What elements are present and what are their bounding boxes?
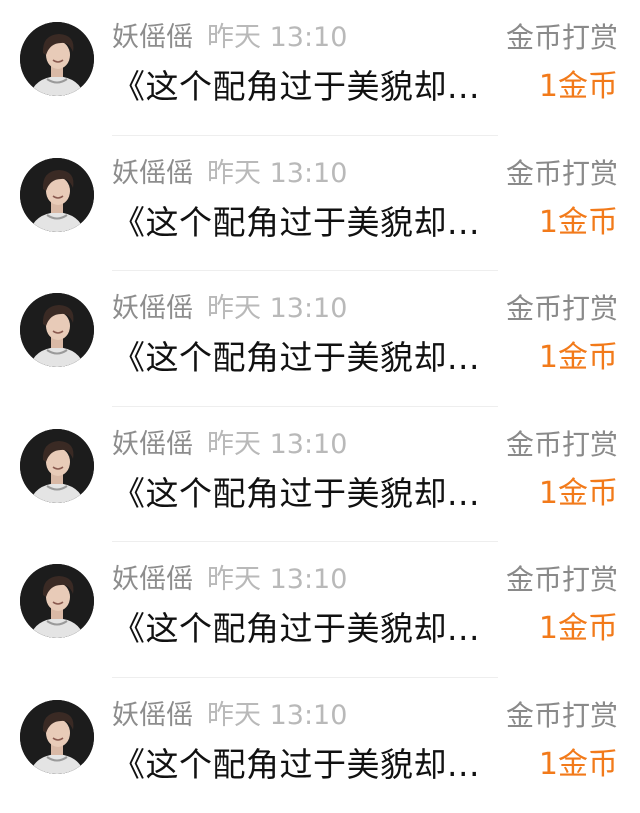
gift-type-label: 金币打赏 xyxy=(506,18,618,58)
coin-amount: 1金币 xyxy=(539,65,618,109)
timestamp: 昨天 13:10 xyxy=(207,564,347,595)
gift-type-label: 金币打赏 xyxy=(506,696,618,736)
coin-amount: 1金币 xyxy=(539,336,618,380)
coin-amount: 1金币 xyxy=(539,743,618,787)
gift-type-label: 金币打赏 xyxy=(506,425,618,465)
gift-type-label: 金币打赏 xyxy=(506,154,618,194)
timestamp: 昨天 13:10 xyxy=(207,158,347,189)
timestamp: 昨天 13:10 xyxy=(207,429,347,460)
book-title[interactable]: 《这个配角过于美貌却... xyxy=(112,336,480,380)
list-item[interactable]: 妖傜傜昨天 13:10 金币打赏 《这个配角过于美貌却... 1金币 xyxy=(0,542,640,678)
gift-type-label: 金币打赏 xyxy=(506,289,618,329)
avatar[interactable] xyxy=(20,22,94,96)
book-title[interactable]: 《这个配角过于美貌却... xyxy=(112,201,480,245)
avatar[interactable] xyxy=(20,564,94,638)
book-title[interactable]: 《这个配角过于美貌却... xyxy=(112,65,480,109)
user-name[interactable]: 妖傜傜 xyxy=(112,429,193,460)
record-meta: 妖傜傜昨天 13:10 xyxy=(112,289,347,329)
user-name[interactable]: 妖傜傜 xyxy=(112,293,193,324)
record-meta: 妖傜傜昨天 13:10 xyxy=(112,154,347,194)
book-title[interactable]: 《这个配角过于美貌却... xyxy=(112,607,480,651)
list-item[interactable]: 妖傜傜昨天 13:10 金币打赏 《这个配角过于美貌却... 1金币 xyxy=(0,678,640,813)
user-name[interactable]: 妖傜傜 xyxy=(112,22,193,53)
user-name[interactable]: 妖傜傜 xyxy=(112,700,193,731)
record-meta: 妖傜傜昨天 13:10 xyxy=(112,18,347,58)
gift-record-list: 妖傜傜昨天 13:10 金币打赏 《这个配角过于美貌却... 1金币 妖傜傜昨天… xyxy=(0,0,640,813)
book-title[interactable]: 《这个配角过于美貌却... xyxy=(112,743,480,787)
coin-amount: 1金币 xyxy=(539,472,618,516)
record-meta: 妖傜傜昨天 13:10 xyxy=(112,425,347,465)
avatar[interactable] xyxy=(20,700,94,774)
coin-amount: 1金币 xyxy=(539,607,618,651)
avatar[interactable] xyxy=(20,429,94,503)
user-name[interactable]: 妖傜傜 xyxy=(112,564,193,595)
timestamp: 昨天 13:10 xyxy=(207,22,347,53)
record-meta: 妖傜傜昨天 13:10 xyxy=(112,696,347,736)
list-item[interactable]: 妖傜傜昨天 13:10 金币打赏 《这个配角过于美貌却... 1金币 xyxy=(0,271,640,407)
coin-amount: 1金币 xyxy=(539,201,618,245)
record-meta: 妖傜傜昨天 13:10 xyxy=(112,560,347,600)
list-item[interactable]: 妖傜傜昨天 13:10 金币打赏 《这个配角过于美貌却... 1金币 xyxy=(0,407,640,543)
timestamp: 昨天 13:10 xyxy=(207,293,347,324)
list-item[interactable]: 妖傜傜昨天 13:10 金币打赏 《这个配角过于美貌却... 1金币 xyxy=(0,0,640,136)
list-item[interactable]: 妖傜傜昨天 13:10 金币打赏 《这个配角过于美貌却... 1金币 xyxy=(0,136,640,272)
avatar[interactable] xyxy=(20,293,94,367)
gift-type-label: 金币打赏 xyxy=(506,560,618,600)
avatar[interactable] xyxy=(20,158,94,232)
user-name[interactable]: 妖傜傜 xyxy=(112,158,193,189)
book-title[interactable]: 《这个配角过于美貌却... xyxy=(112,472,480,516)
timestamp: 昨天 13:10 xyxy=(207,700,347,731)
